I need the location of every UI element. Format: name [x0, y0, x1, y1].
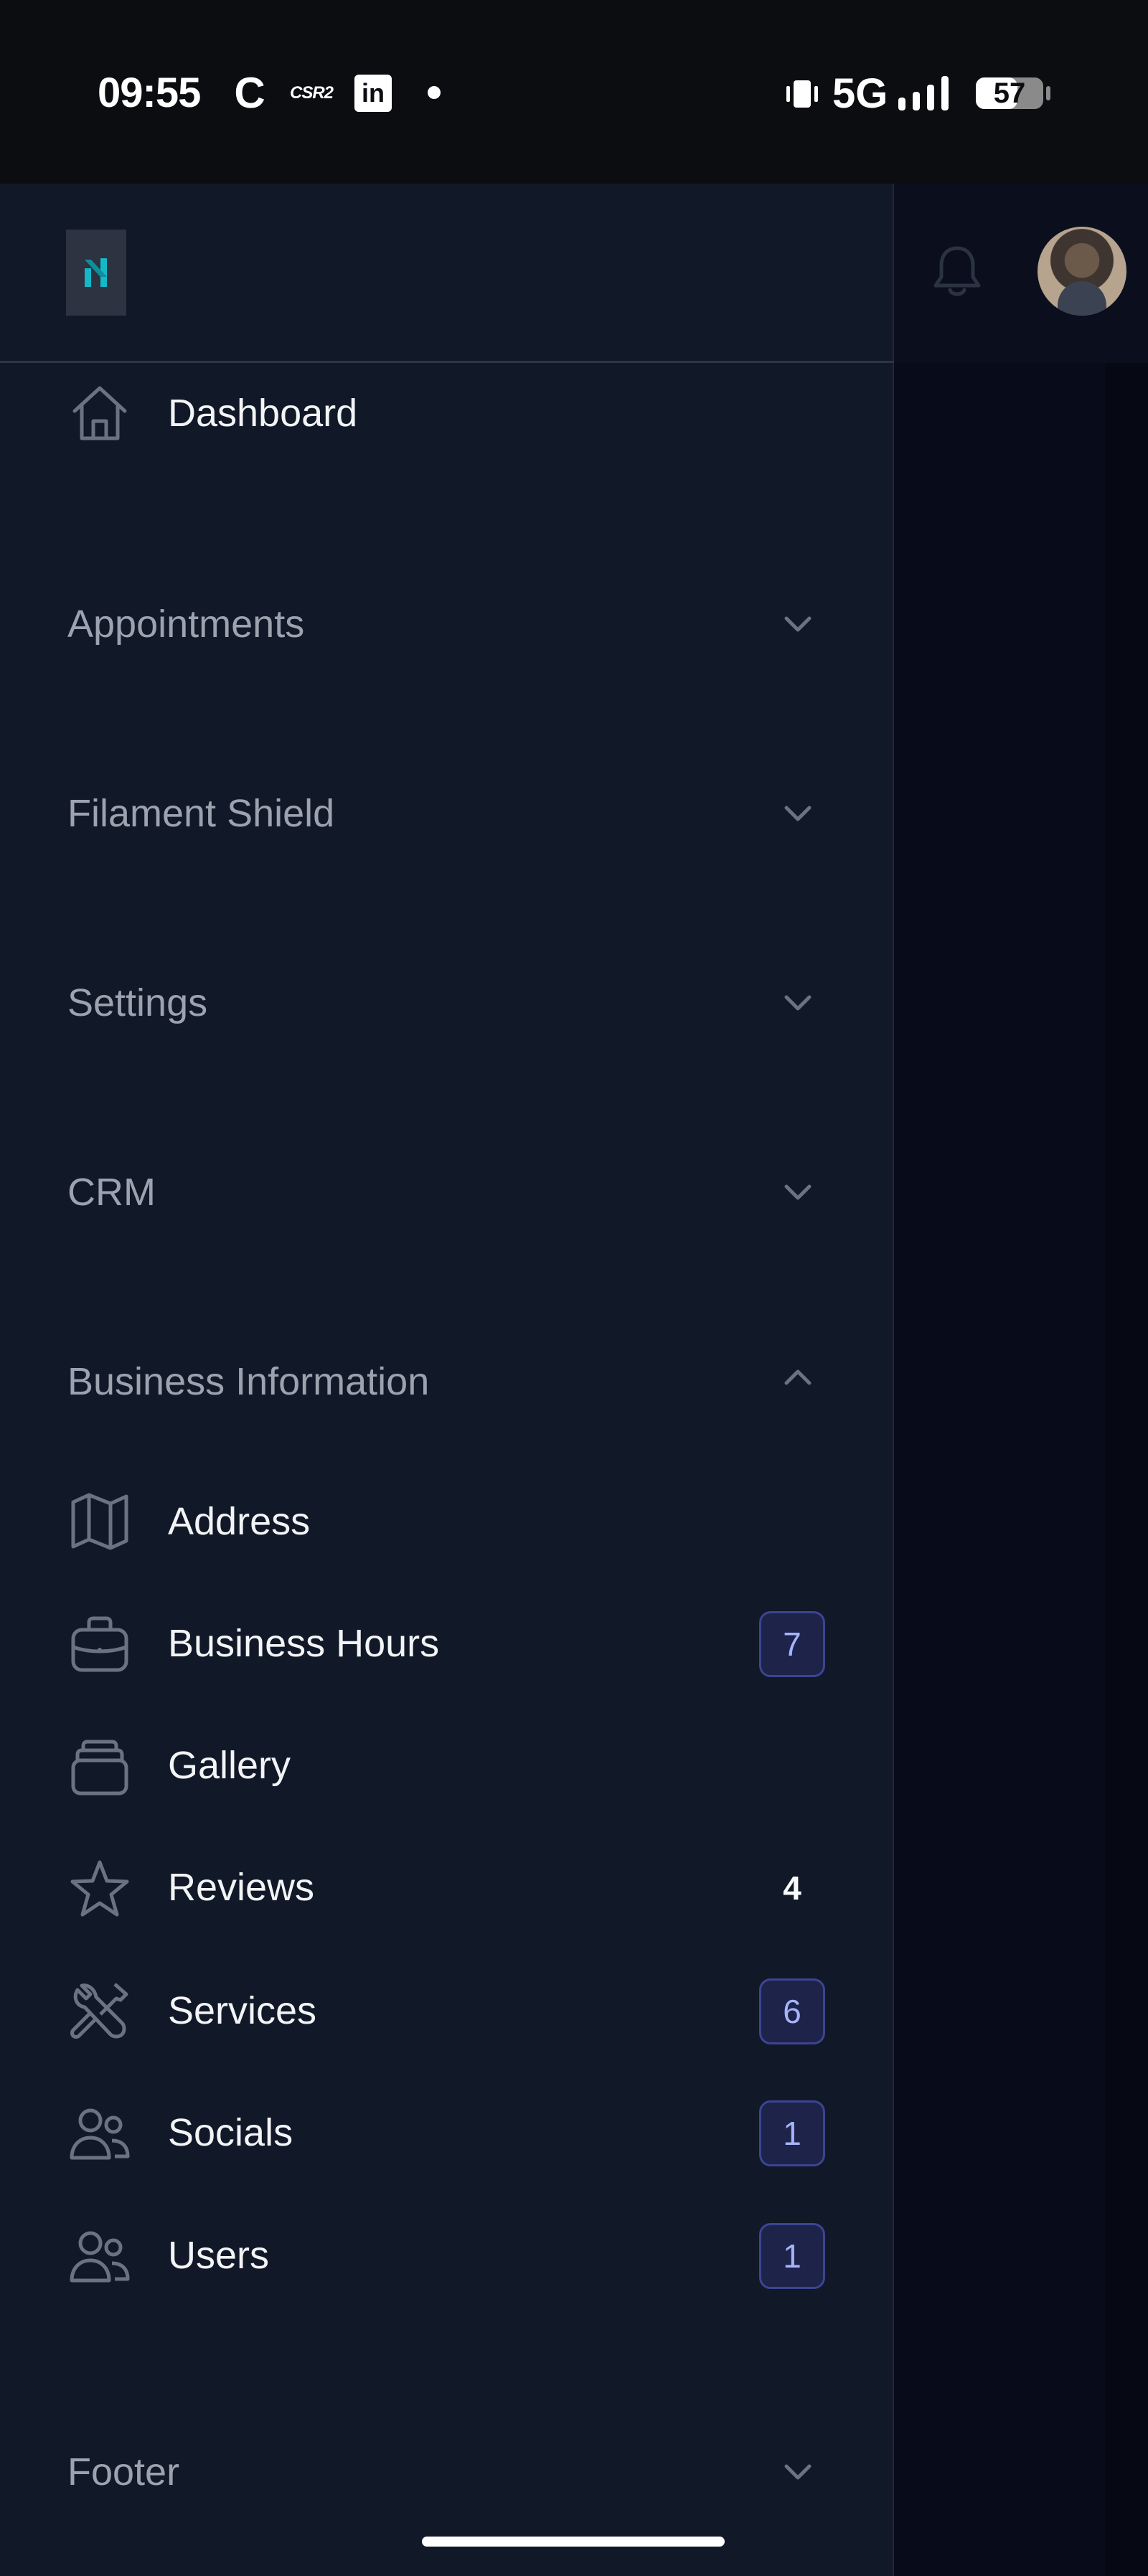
bell-icon[interactable]	[931, 242, 983, 300]
star-icon	[70, 1860, 129, 1917]
c-app-icon: C	[234, 69, 265, 117]
sidebar-item-users[interactable]: Users 1	[0, 2223, 894, 2323]
battery-level: 57	[993, 77, 1026, 109]
sidebar-item-label: Reviews	[168, 1866, 315, 1909]
count-badge: 1	[759, 2100, 825, 2166]
sidebar-item-label: Users	[168, 2234, 270, 2277]
users-icon	[70, 2108, 130, 2160]
chevron-down-icon	[784, 2464, 811, 2480]
sidebar-item-gallery[interactable]: Gallery	[0, 1733, 894, 1834]
group-business-information[interactable]: Business Information	[0, 1339, 894, 1425]
home-indicator[interactable]	[422, 2537, 725, 2547]
sidebar-item-label: Socials	[168, 2111, 293, 2154]
signal-icon	[898, 76, 949, 110]
chevron-down-icon	[784, 806, 811, 821]
group-footer[interactable]: Footer	[0, 2429, 894, 2515]
sidebar-item-label: Services	[168, 1989, 317, 2032]
sidebar-item-label: Gallery	[168, 1744, 291, 1787]
chevron-down-icon	[784, 995, 811, 1011]
sidebar-header	[0, 184, 894, 363]
count-badge: 1	[759, 2223, 825, 2289]
app-logo-icon	[85, 258, 107, 287]
sidebar-item-services[interactable]: Services 6	[0, 1978, 894, 2079]
csr2-app-icon: CSR2	[289, 83, 334, 103]
count-badge: 7	[759, 1611, 825, 1677]
screen: 09:55 C CSR2 in 5G 57 Dashboard Appointm…	[0, 0, 1148, 2576]
status-bar: 09:55 C CSR2 in 5G 57	[0, 0, 1148, 184]
group-crm[interactable]: CRM	[0, 1149, 894, 1235]
group-label: CRM	[67, 1171, 156, 1214]
group-label: Footer	[67, 2450, 180, 2494]
sidebar-item-label: Business Hours	[168, 1622, 440, 1665]
group-appointments[interactable]: Appointments	[0, 581, 894, 667]
map-icon	[71, 1493, 128, 1550]
sidebar-drawer: Dashboard Appointments Filament Shield S…	[0, 184, 894, 2576]
group-label: Filament Shield	[67, 792, 335, 835]
network-type: 5G	[832, 70, 888, 117]
briefcase-icon	[71, 1616, 128, 1672]
sidebar-item-label: Address	[168, 1500, 311, 1543]
count-badge: 6	[759, 1978, 825, 2044]
dimmed-content[interactable]	[894, 184, 1148, 2576]
count-badge: 4	[783, 1869, 801, 1907]
sidebar-item-address[interactable]: Address	[0, 1489, 894, 1590]
notification-dot-icon	[428, 86, 441, 99]
wrench-screwdriver-icon	[70, 1983, 128, 2039]
scroll-strip	[1105, 363, 1148, 2576]
chevron-down-icon	[784, 616, 811, 632]
sidebar-item-business-hours[interactable]: Business Hours 7	[0, 1611, 894, 1712]
group-label: Appointments	[67, 603, 305, 646]
stack-icon	[71, 1740, 128, 1796]
sidebar-item-dashboard[interactable]: Dashboard	[0, 382, 894, 483]
top-bar	[894, 184, 1148, 363]
sidebar-item-reviews[interactable]: Reviews 4	[0, 1855, 894, 1955]
linkedin-app-icon: in	[354, 75, 392, 112]
avatar[interactable]	[1038, 227, 1126, 316]
group-settings[interactable]: Settings	[0, 960, 894, 1046]
chevron-up-icon	[784, 1369, 811, 1385]
battery-indicator: 57	[974, 75, 1052, 112]
group-label: Business Information	[67, 1360, 430, 1403]
chevron-down-icon	[784, 1184, 811, 1200]
users-icon	[70, 2231, 130, 2283]
home-icon	[72, 386, 127, 440]
vibrate-icon	[786, 80, 818, 108]
sidebar-item-label: Dashboard	[168, 392, 358, 435]
group-label: Settings	[67, 981, 208, 1024]
app-logo[interactable]	[66, 230, 126, 316]
group-filament-shield[interactable]: Filament Shield	[0, 770, 894, 857]
status-time: 09:55	[98, 70, 201, 116]
sidebar-item-socials[interactable]: Socials 1	[0, 2100, 894, 2201]
